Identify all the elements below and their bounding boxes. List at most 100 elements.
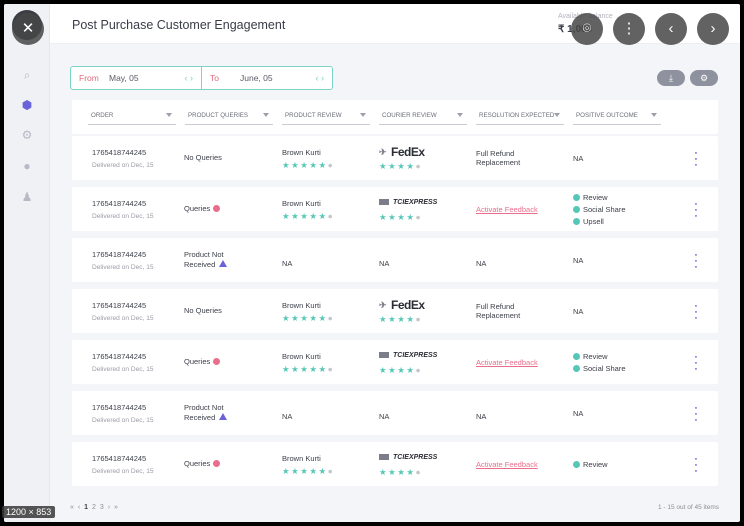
outcome-label: Social Share [583,205,626,214]
delivered-date: Delivered on Dec, 15 [92,315,154,322]
activate-feedback-link[interactable]: Activate Feedback [476,358,538,367]
download-button[interactable]: ⤓ [657,70,685,86]
last-page-button[interactable]: » [114,504,119,511]
column-resolution-expected[interactable]: RESOLUTION EXPECTED [476,109,564,125]
check-icon [573,218,580,225]
truck-icon [379,199,389,205]
positive-outcome: NA [573,409,583,418]
outcome-label: NA [573,154,584,163]
positive-outcome: NA [573,307,583,316]
order-id: 1765418744245 [92,301,147,310]
column-order[interactable]: ORDER [88,109,176,125]
product-query: No Queries [184,153,222,163]
check-icon [573,194,580,201]
close-icon[interactable]: ✕ [12,13,44,45]
activate-feedback-link[interactable]: Activate Feedback [476,205,538,214]
date-to-arrows[interactable]: ‹ › [316,67,325,89]
product-query-label: Queries [184,204,211,213]
rating-empty-icon: ● [415,365,423,375]
next-image-icon[interactable]: › [697,13,729,45]
next-page-button[interactable]: › [108,504,111,511]
positive-outcome: Review [573,352,608,361]
rating-stars: ★★★★★ [282,313,328,323]
row-menu-button[interactable]: ● ● ● [694,457,698,473]
resolution-expected: NA [476,412,487,421]
first-page-button[interactable]: « [70,504,75,511]
positive-outcome: Social Share [573,205,626,214]
page-1[interactable]: 1 [84,504,89,511]
delivered-date: Delivered on Dec, 15 [92,213,154,220]
fedex-ex: Ex [410,298,425,312]
courier-name: TCIEXPRESS [393,454,438,461]
warning-icon[interactable] [219,260,228,267]
check-icon [573,461,580,468]
product-query-label: Product Not Received [184,403,224,422]
delivered-date: Delivered on Dec, 15 [92,162,154,169]
courier-rating: ★★★★● [379,467,422,478]
gear-icon[interactable]: ⚙ [20,128,34,142]
user-icon[interactable]: ● [20,159,34,173]
table-header: ORDER PRODUCT QUERIES PRODUCT REVIEW COU… [72,100,718,134]
row-menu-button[interactable]: ● ● ● [694,304,698,320]
agent-icon[interactable]: ♟ [20,190,34,204]
page-2[interactable]: 2 [92,504,97,511]
column-courier-review[interactable]: COURIER REVIEW [379,109,467,125]
product-rating: ★★★★★● [282,466,334,477]
product-review: Brown Kurti [282,301,321,310]
product-rating: ★★★★★● [282,364,334,375]
date-from-arrows[interactable]: ‹ › [185,67,194,89]
delivered-date: Delivered on Dec, 15 [92,468,154,475]
date-range-picker[interactable]: From May, 05 ‹ › To June, 05 ‹ › [70,66,333,90]
prev-image-icon[interactable]: ‹ [655,13,687,45]
query-alert-icon[interactable] [213,358,221,365]
product-query: Queries [184,204,221,214]
order-id: 1765418744245 [92,199,147,208]
product-review: Brown Kurti [282,148,321,157]
outcome-label: Review [583,460,608,469]
product-review: NA [282,259,293,268]
date-from[interactable]: From May, 05 ‹ › [71,67,201,89]
courier-logo-tci: TCIEXPRESS [379,352,437,359]
column-product-review[interactable]: PRODUCT REVIEW [282,109,370,125]
rating-stars: ★★★★★ [282,466,328,476]
settings-button[interactable]: ⚙ [690,70,718,86]
page-3[interactable]: 3 [100,504,105,511]
plane-icon: ✈ [379,300,387,310]
row-menu-button[interactable]: ● ● ● [694,355,698,371]
row-menu-button[interactable]: ● ● ● [694,253,698,269]
lens-icon[interactable]: ⌾ [571,13,603,45]
row-menu-button[interactable]: ● ● ● [694,151,698,167]
row-menu-button[interactable]: ● ● ● [694,202,698,218]
positive-outcome: Social Share [573,364,626,373]
rating-empty-icon: ● [327,364,335,374]
cube-icon[interactable]: ⬢ [20,98,34,112]
warning-icon[interactable] [219,413,228,420]
more-icon[interactable]: ⋮ [613,13,645,45]
order-id: 1765418744245 [92,352,147,361]
courier-logo-fedex: ✈ FedEx [379,145,425,159]
activate-feedback-link[interactable]: Activate Feedback [476,460,538,469]
courier-rating: ★★★★● [379,212,422,223]
courier-review: NA [379,259,390,268]
product-rating: ★★★★★● [282,160,334,171]
query-alert-icon[interactable] [213,460,221,467]
date-to[interactable]: To June, 05 ‹ › [201,67,332,89]
courier-rating: ★★★★● [379,161,422,172]
product-query-label: Queries [184,459,211,468]
table-row: 1765418744245 Delivered on Dec, 15 Queries… [72,442,718,486]
product-rating: ★★★★★● [282,313,334,324]
product-review: NA [282,412,293,421]
courier-logo-fedex: ✈ FedEx [379,298,425,312]
query-alert-icon[interactable] [213,205,221,212]
image-size-tag: 1200 × 853 [2,506,56,518]
product-query-label: No Queries [184,306,222,315]
rating-empty-icon: ● [415,314,423,324]
product-query: No Queries [184,306,222,316]
column-positive-outcome[interactable]: POSITIVE OUTCOME [573,109,661,125]
row-menu-button[interactable]: ● ● ● [694,406,698,422]
prev-page-button[interactable]: ‹ [78,504,81,511]
rating-empty-icon: ● [415,212,423,222]
column-product-queries[interactable]: PRODUCT QUERIES [185,109,273,125]
rating-stars: ★★★★★ [282,211,328,221]
search-icon[interactable]: ⌕ [20,68,34,82]
